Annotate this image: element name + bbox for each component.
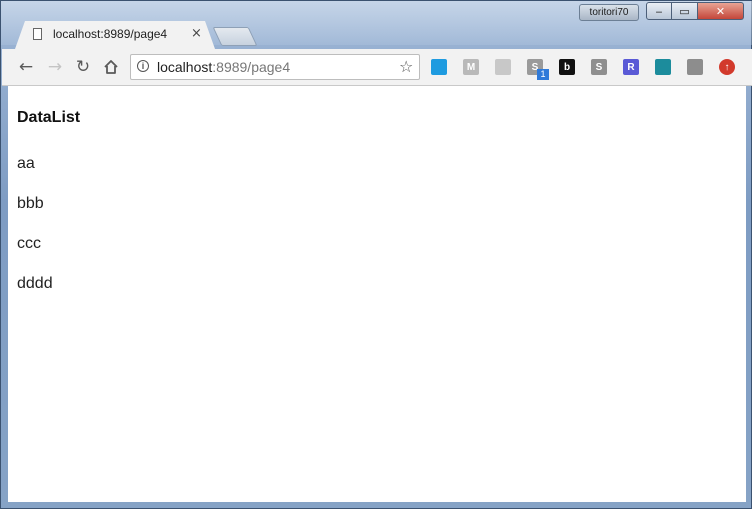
data-list: aa bbb ccc dddd	[17, 154, 53, 314]
list-item: aa	[17, 155, 35, 172]
extension-b-icon[interactable]: b	[559, 59, 575, 75]
extension-swirl-icon[interactable]	[495, 59, 511, 75]
maximize-icon: ▭	[679, 4, 690, 18]
list-item: bbb	[17, 195, 44, 212]
minimize-button[interactable]: ‒	[646, 2, 672, 20]
extension-m-icon[interactable]: M	[463, 59, 479, 75]
info-icon[interactable]: i	[137, 60, 149, 72]
reload-button[interactable]: ↻	[72, 56, 94, 78]
extension-teal-box-icon[interactable]	[655, 59, 671, 75]
reload-icon: ↻	[75, 57, 91, 77]
url-text[interactable]: localhost:8989/page4	[157, 59, 290, 75]
tab-title: localhost:8989/page4	[53, 27, 168, 41]
extension-blue-window-icon[interactable]	[431, 59, 447, 75]
minimize-icon: ‒	[655, 4, 663, 18]
back-arrow-icon: ←	[18, 57, 34, 77]
home-icon	[104, 60, 118, 74]
extension-count-badge: 1	[537, 69, 549, 80]
list-item: dddd	[17, 275, 53, 292]
tab-close-icon[interactable]: ×	[191, 26, 202, 41]
extension-s-gray-icon[interactable]: S	[591, 59, 607, 75]
url-host: localhost	[157, 59, 213, 75]
extension-r-hex-icon[interactable]: R	[623, 59, 639, 75]
page-document-icon	[33, 28, 42, 40]
browser-tab[interactable]: localhost:8989/page4 ×	[15, 21, 215, 49]
maximize-button[interactable]: ▭	[672, 2, 698, 20]
back-button[interactable]: ←	[15, 56, 37, 78]
close-window-button[interactable]: ✕	[698, 2, 744, 20]
extension-up-arrow-icon[interactable]: ↑	[719, 59, 735, 75]
address-bar[interactable]: i localhost:8989/page4 ☆	[130, 54, 420, 80]
browser-toolbar: ← → ↻ i localhost:8989/page4 ☆ M Sb S R ↑	[2, 49, 752, 86]
forward-arrow-icon: →	[47, 57, 63, 77]
bookmark-star-icon[interactable]: ☆	[399, 57, 413, 76]
page-heading: DataList	[17, 109, 81, 126]
close-icon: ✕	[715, 4, 726, 18]
forward-button[interactable]: →	[44, 56, 66, 78]
url-path: :8989/page4	[212, 59, 291, 75]
page-content: DataList aa bbb ccc dddd	[8, 86, 746, 502]
window-controls: ‒ ▭ ✕	[646, 2, 744, 20]
list-item: ccc	[17, 235, 41, 252]
extension-shield-icon[interactable]	[687, 59, 703, 75]
browser-window: toritori70 ‒ ▭ ✕ localhost:8989/page4 × …	[0, 0, 752, 509]
profile-name-button[interactable]: toritori70	[579, 4, 639, 21]
home-button[interactable]	[100, 56, 122, 78]
